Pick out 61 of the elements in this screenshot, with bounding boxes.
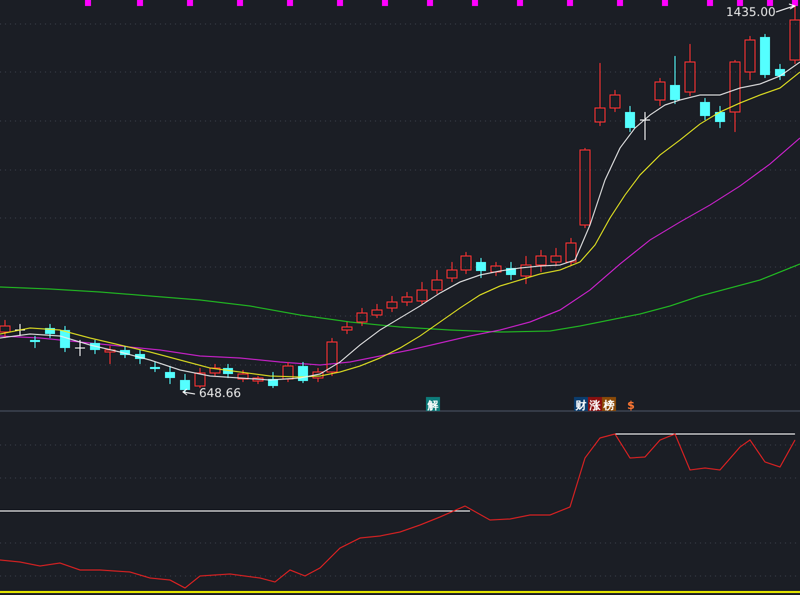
candlestick xyxy=(268,372,278,388)
candlestick xyxy=(312,368,324,382)
candlestick xyxy=(45,324,55,338)
signal-badge: 涨 xyxy=(588,397,602,412)
candlestick xyxy=(790,4,800,64)
candlestick xyxy=(30,336,40,348)
candlestick xyxy=(715,106,725,128)
candlestick xyxy=(238,370,248,382)
candlestick xyxy=(506,262,516,280)
candlestick xyxy=(210,364,220,376)
candlestick xyxy=(446,262,458,282)
high-price-label: 1435.00 xyxy=(726,5,776,19)
candlestick xyxy=(594,62,606,126)
candlestick xyxy=(386,296,398,312)
signal-badge: 解 xyxy=(426,397,440,412)
candlestick xyxy=(356,308,368,326)
candlestick xyxy=(654,78,666,106)
candlestick xyxy=(60,326,70,352)
candlestick xyxy=(625,106,635,132)
signal-badge: 榜 xyxy=(602,397,616,412)
candlestick xyxy=(135,350,145,364)
candlestick xyxy=(416,282,428,304)
candlestick xyxy=(342,322,352,334)
candlestick xyxy=(550,248,562,266)
candlestick xyxy=(476,258,486,278)
low-price-label: 648.66 xyxy=(199,386,241,400)
candlestick xyxy=(640,112,650,140)
candlestick xyxy=(520,256,532,284)
candlestick xyxy=(90,340,100,354)
candlestick xyxy=(460,252,472,274)
candlestick xyxy=(0,320,10,338)
candlestick xyxy=(282,362,294,382)
candlestick xyxy=(104,346,116,364)
signal-label: $ xyxy=(627,399,635,412)
candlestick xyxy=(700,98,710,120)
arrow-icon xyxy=(182,388,196,396)
candlestick xyxy=(490,262,502,276)
candlestick xyxy=(775,64,785,80)
candlestick xyxy=(252,376,264,384)
candlestick xyxy=(670,56,680,104)
candlestick xyxy=(74,340,86,356)
candlestick xyxy=(150,362,160,372)
candlestick xyxy=(180,374,190,392)
candlestick xyxy=(684,44,696,96)
candlestick xyxy=(566,238,576,266)
candlestick xyxy=(120,346,130,358)
candlestick xyxy=(326,338,338,376)
candlestick xyxy=(610,90,620,112)
signal-badge: 财 xyxy=(574,397,588,412)
candlestick xyxy=(194,368,206,388)
candlestick xyxy=(223,364,233,378)
arrow-icon xyxy=(776,4,796,12)
candlestick xyxy=(14,324,26,336)
candlestick xyxy=(432,270,442,294)
candlestick xyxy=(372,304,382,318)
candlestick xyxy=(744,36,756,80)
candlestick xyxy=(298,362,308,384)
candlestick xyxy=(165,366,175,384)
candlestick xyxy=(760,34,770,78)
candlestick xyxy=(536,250,546,272)
candlestick xyxy=(402,292,412,306)
